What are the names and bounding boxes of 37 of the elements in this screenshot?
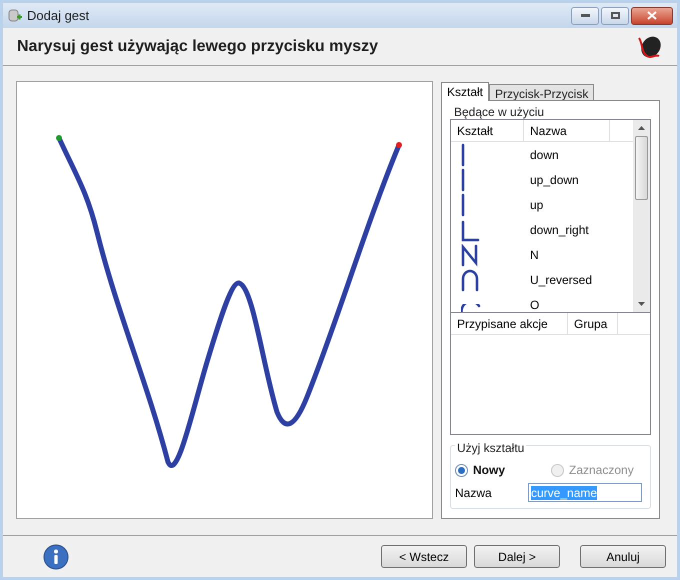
gesture-thumbnail-icon bbox=[461, 220, 480, 242]
wizard-button[interactable]: Anuluj bbox=[580, 545, 666, 568]
gesture-name[interactable]: U_reversed bbox=[524, 270, 598, 288]
column-header[interactable]: Grupa bbox=[568, 313, 618, 334]
gesture-name[interactable]: up bbox=[524, 196, 550, 214]
gesture-name[interactable]: down_right bbox=[524, 220, 595, 238]
gesture-name[interactable]: up_down bbox=[524, 170, 585, 188]
scroll-up-icon[interactable] bbox=[638, 126, 645, 130]
gesture-thumbnail-icon bbox=[461, 269, 479, 292]
scrollbar-thumb[interactable] bbox=[635, 136, 648, 200]
gesture-app-icon bbox=[7, 8, 23, 24]
tab[interactable]: Kształt bbox=[441, 82, 490, 101]
scroll-down-icon[interactable] bbox=[638, 302, 645, 306]
radio-label: Nowy bbox=[473, 462, 506, 479]
close-button[interactable] bbox=[631, 6, 673, 24]
minimize-button[interactable] bbox=[571, 6, 599, 24]
maximize-button[interactable] bbox=[601, 6, 629, 24]
info-icon bbox=[43, 544, 69, 570]
wizard-button[interactable]: Dalej > bbox=[474, 545, 560, 568]
column-header[interactable]: Przypisane akcje bbox=[451, 313, 568, 334]
header-title: Narysuj gest używając lewego przycisku myszy bbox=[17, 36, 378, 56]
window-title: Dodaj gest bbox=[27, 6, 90, 25]
gesture-name[interactable]: down bbox=[524, 146, 565, 164]
gesture-list[interactable]: Kształt Nazwa down up_down up down_right N U_reversed O bbox=[451, 120, 650, 313]
group-title: Będące w użyciu bbox=[453, 105, 546, 119]
gesture-name[interactable]: N bbox=[524, 246, 545, 264]
column-header[interactable]: Nazwa bbox=[524, 120, 610, 141]
radio-label: Zaznaczony bbox=[569, 462, 634, 479]
scrollbar[interactable] bbox=[633, 120, 650, 312]
column-header[interactable]: Kształt bbox=[451, 120, 524, 141]
name-label: Nazwa bbox=[455, 484, 493, 502]
tab[interactable]: Przycisk-Przycisk bbox=[489, 84, 594, 100]
gesture-thumbnail-icon bbox=[461, 244, 478, 267]
radio-button[interactable] bbox=[455, 464, 468, 476]
wizard-button[interactable]: < Wstecz bbox=[381, 545, 467, 568]
gesture-name[interactable]: O bbox=[524, 296, 546, 312]
close-icon bbox=[647, 11, 657, 20]
